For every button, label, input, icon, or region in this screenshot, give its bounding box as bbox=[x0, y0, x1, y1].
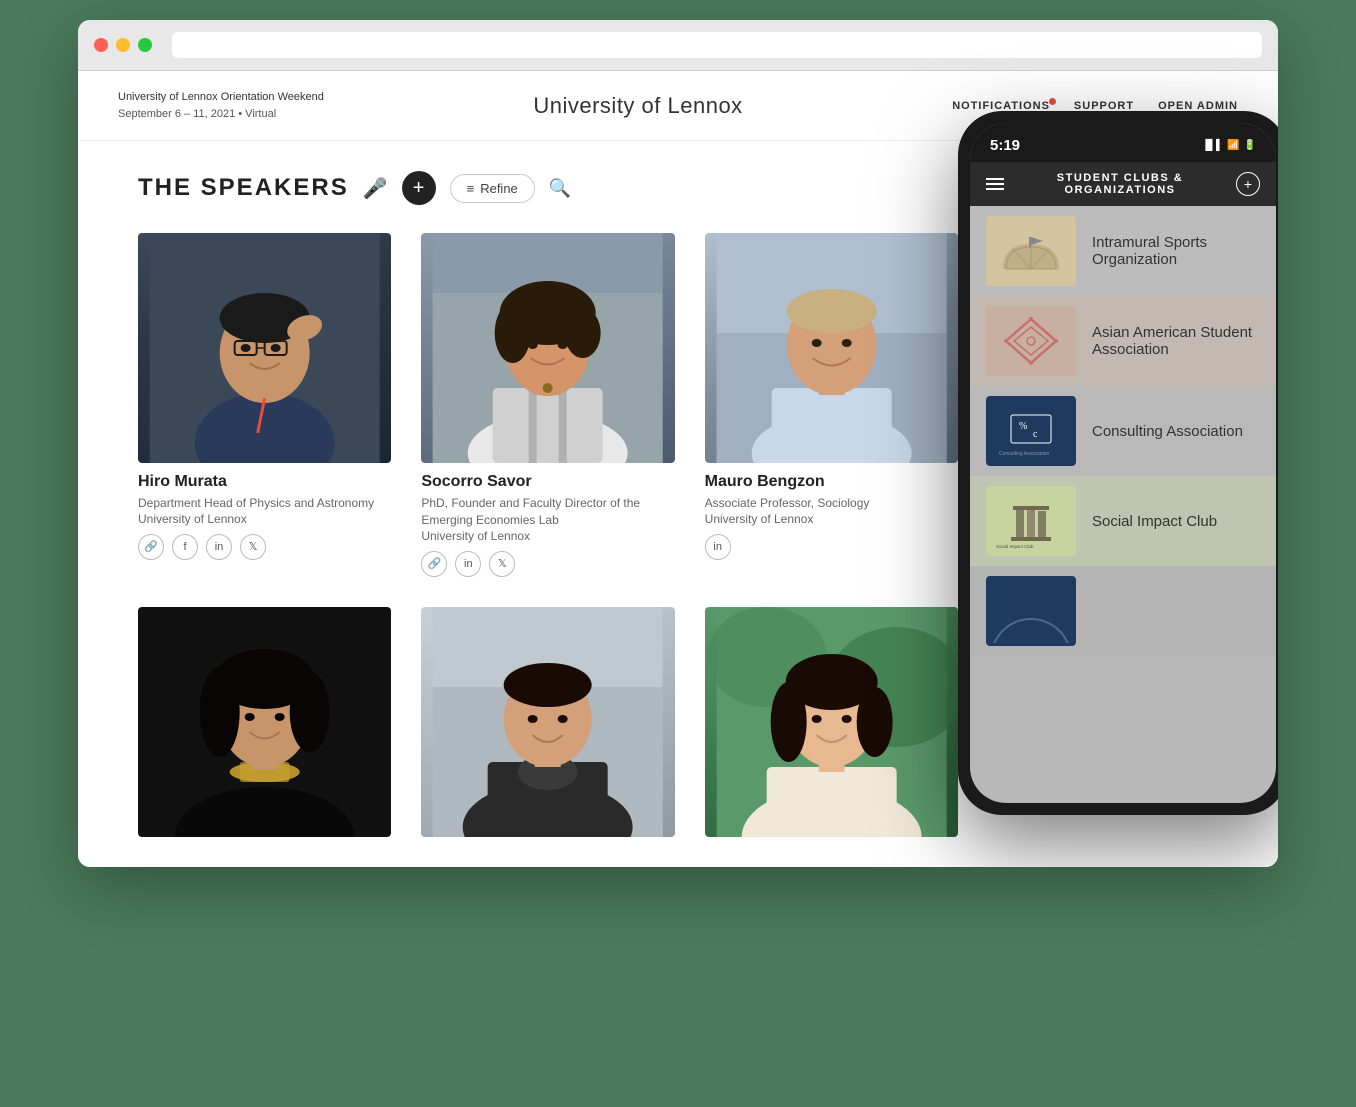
speaker-name-mauro: Mauro Bengzon bbox=[705, 473, 958, 491]
speaker-socials-socorro: 🔗 in 𝕏 bbox=[421, 551, 674, 577]
event-name: University of Lennox Orientation Weekend bbox=[118, 89, 324, 106]
app-container: University of Lennox Orientation Weekend… bbox=[78, 71, 1278, 867]
speakers-title: THE SPEAKERS bbox=[138, 174, 349, 202]
club-item-consulting[interactable]: % c Consulting Association Consulting As… bbox=[970, 386, 1276, 476]
club-item-5[interactable] bbox=[970, 566, 1276, 656]
event-dates: September 6 – 11, 2021 • Virtual bbox=[118, 106, 324, 123]
add-club-button[interactable]: + bbox=[1236, 172, 1260, 196]
close-dot[interactable] bbox=[94, 38, 108, 52]
speaker-card-mauro: Mauro Bengzon Associate Professor, Socio… bbox=[705, 233, 958, 577]
social-twitter-icon[interactable]: 𝕏 bbox=[240, 534, 266, 560]
support-link[interactable]: SUPPORT bbox=[1074, 100, 1134, 112]
minimize-dot[interactable] bbox=[116, 38, 130, 52]
speaker-title-socorro: PhD, Founder and Faculty Director of the… bbox=[421, 495, 674, 529]
speaker-photo-4 bbox=[138, 607, 391, 837]
svg-text:Consulting Association: Consulting Association bbox=[999, 451, 1050, 457]
phone-frame: 5:19 ▐▌▌ 📶 🔋 bbox=[958, 111, 1278, 815]
club-item-asian[interactable]: Asian American Student Association bbox=[970, 296, 1276, 386]
address-bar[interactable] bbox=[172, 32, 1262, 58]
speaker-title-mauro: Associate Professor, Sociology bbox=[705, 495, 958, 512]
phone-time: 5:19 bbox=[990, 137, 1020, 154]
club-name-intramural: Intramural Sports Organization bbox=[1092, 234, 1260, 268]
speaker-title-hiro: Department Head of Physics and Astronomy bbox=[138, 495, 391, 512]
open-admin-link[interactable]: OPEN ADMIN bbox=[1158, 100, 1238, 112]
club-item-intramural[interactable]: Intramural Sports Organization bbox=[970, 206, 1276, 296]
phone-title: STUDENT CLUBS &ORGANIZATIONS bbox=[1004, 172, 1236, 196]
speaker-org-mauro: University of Lennox bbox=[705, 512, 958, 526]
browser-window: University of Lennox Orientation Weekend… bbox=[78, 20, 1278, 867]
social-linkedin-icon[interactable]: in bbox=[455, 551, 481, 577]
mic-icon: 🎤 bbox=[363, 176, 388, 201]
speakers-grid: Hiro Murata Department Head of Physics a… bbox=[138, 233, 958, 837]
battery-icon: 🔋 bbox=[1244, 140, 1256, 151]
refine-button[interactable]: ≡ Refine bbox=[450, 174, 535, 203]
signal-icon: ▐▌▌ bbox=[1202, 140, 1223, 151]
main-content: THE SPEAKERS 🎤 + ≡ Refine 🔍 bbox=[78, 141, 1278, 867]
speaker-socials-mauro: in bbox=[705, 534, 958, 560]
speaker-photo-mauro bbox=[705, 233, 958, 463]
club-name-asian: Asian American Student Association bbox=[1092, 324, 1260, 358]
notifications-wrap[interactable]: NOTIFICATIONS bbox=[952, 100, 1050, 112]
club-logo-5 bbox=[986, 576, 1076, 646]
site-title: University of Lennox bbox=[533, 93, 742, 119]
wifi-icon: 📶 bbox=[1227, 140, 1239, 151]
speaker-photo-6 bbox=[705, 607, 958, 837]
svg-text:%: % bbox=[1019, 421, 1027, 432]
speaker-socials-hiro: 🔗 f in 𝕏 bbox=[138, 534, 391, 560]
speaker-photo-hiro bbox=[138, 233, 391, 463]
svg-text:Social Impact Club: Social Impact Club bbox=[996, 544, 1034, 549]
social-linkedin-icon[interactable]: in bbox=[705, 534, 731, 560]
refine-icon: ≡ bbox=[467, 181, 475, 196]
svg-text:c: c bbox=[1033, 429, 1038, 440]
club-name-consulting: Consulting Association bbox=[1092, 423, 1243, 440]
speaker-card-4 bbox=[138, 607, 391, 837]
speaker-org-hiro: University of Lennox bbox=[138, 512, 391, 526]
speaker-card-socorro: Socorro Savor PhD, Founder and Faculty D… bbox=[421, 233, 674, 577]
speaker-org-socorro: University of Lennox bbox=[421, 529, 674, 543]
speaker-photo-socorro bbox=[421, 233, 674, 463]
maximize-dot[interactable] bbox=[138, 38, 152, 52]
clubs-list: Intramural Sports Organization bbox=[970, 206, 1276, 656]
social-twitter-icon[interactable]: 𝕏 bbox=[489, 551, 515, 577]
social-facebook-icon[interactable]: f bbox=[172, 534, 198, 560]
club-item-social[interactable]: Social Impact Club Social Impact Club bbox=[970, 476, 1276, 566]
nav-actions: NOTIFICATIONS SUPPORT OPEN ADMIN bbox=[952, 100, 1238, 112]
club-logo-intramural bbox=[986, 216, 1076, 286]
speaker-name-socorro: Socorro Savor bbox=[421, 473, 674, 491]
speaker-card-6 bbox=[705, 607, 958, 837]
add-speaker-button[interactable]: + bbox=[402, 171, 436, 205]
social-link-icon[interactable]: 🔗 bbox=[138, 534, 164, 560]
speaker-photo-5 bbox=[421, 607, 674, 837]
speaker-card-5 bbox=[421, 607, 674, 837]
club-logo-social: Social Impact Club bbox=[986, 486, 1076, 556]
phone-app-header: STUDENT CLUBS &ORGANIZATIONS + bbox=[970, 162, 1276, 206]
speaker-card-hiro: Hiro Murata Department Head of Physics a… bbox=[138, 233, 391, 577]
status-icons: ▐▌▌ 📶 🔋 bbox=[1202, 140, 1256, 151]
menu-icon[interactable] bbox=[986, 178, 1004, 190]
social-link-icon[interactable]: 🔗 bbox=[421, 551, 447, 577]
search-button[interactable]: 🔍 bbox=[549, 178, 571, 199]
notification-badge bbox=[1049, 98, 1056, 105]
club-logo-consulting: % c Consulting Association bbox=[986, 396, 1076, 466]
phone-screen: 5:19 ▐▌▌ 📶 🔋 bbox=[970, 123, 1276, 803]
browser-titlebar bbox=[78, 20, 1278, 71]
phone-overlay: 5:19 ▐▌▌ 📶 🔋 bbox=[958, 111, 1278, 815]
notifications-label[interactable]: NOTIFICATIONS bbox=[952, 100, 1050, 112]
club-name-social: Social Impact Club bbox=[1092, 513, 1217, 530]
phone-notch bbox=[1063, 123, 1183, 147]
club-logo-asian bbox=[986, 306, 1076, 376]
social-linkedin-icon[interactable]: in bbox=[206, 534, 232, 560]
speaker-name-hiro: Hiro Murata bbox=[138, 473, 391, 491]
event-info: University of Lennox Orientation Weekend… bbox=[118, 89, 324, 122]
